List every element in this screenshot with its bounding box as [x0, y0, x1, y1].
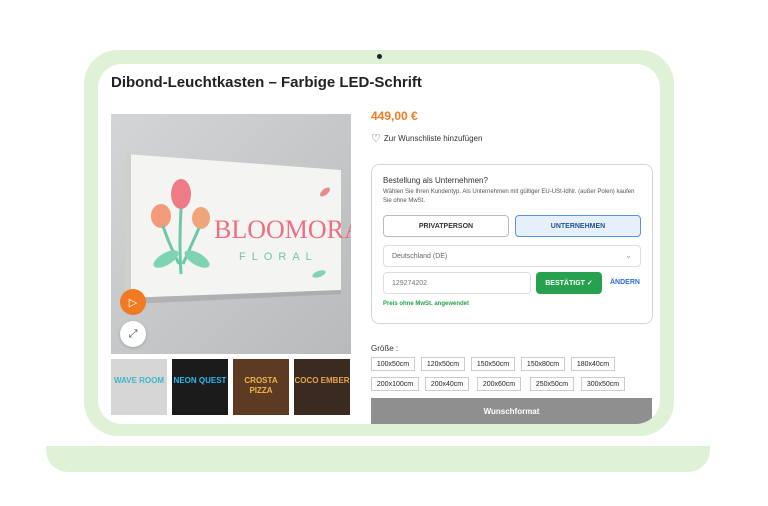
thumbnail-4[interactable]: COCO EMBER: [294, 359, 350, 415]
laptop-camera: [377, 54, 382, 59]
thumbnail-3[interactable]: CROSTA PIZZA: [233, 359, 289, 415]
vat-number-input[interactable]: 129274202: [383, 272, 531, 294]
private-customer-button[interactable]: PRIVATPERSON: [383, 215, 509, 237]
sign-text-sub: FLORAL: [239, 251, 318, 263]
vat-confirmed-button[interactable]: BESTÄTIGT ✓: [536, 272, 602, 294]
add-to-wishlist-link[interactable]: ♡ Zur Wunschliste hinzufügen: [371, 132, 482, 145]
play-icon: ▷: [128, 296, 138, 309]
vat-number-value: 129274202: [392, 279, 428, 287]
custom-format-button[interactable]: Wunschformat: [371, 398, 652, 424]
lightbox-sign-illustration: BLOOMORA FLORAL: [111, 114, 351, 354]
country-select[interactable]: Deutschland (DE) ⌄: [383, 245, 641, 267]
size-option[interactable]: 180x40cm: [571, 357, 615, 371]
main-product-image[interactable]: BLOOMORA FLORAL ▷ ⤢: [111, 114, 351, 354]
thumbnail-2[interactable]: NEON QUEST: [172, 359, 228, 415]
change-vat-link[interactable]: ÄNDERN: [610, 279, 640, 286]
size-option[interactable]: 250x50cm: [530, 377, 574, 391]
vat-status-note: Preis ohne MwSt. angewendet: [383, 301, 470, 307]
zoom-image-button[interactable]: ⤢: [120, 321, 146, 347]
size-option[interactable]: 200x100cm: [371, 377, 419, 391]
size-option[interactable]: 120x50cm: [421, 357, 465, 371]
size-option[interactable]: 300x50cm: [581, 377, 625, 391]
country-value: Deutschland (DE): [392, 252, 448, 260]
sign-text-main: BLOOMORA: [214, 215, 351, 244]
size-option[interactable]: 150x50cm: [471, 357, 515, 371]
product-title: Dibond-Leuchtkasten – Farbige LED-Schrif…: [111, 74, 422, 91]
play-video-button[interactable]: ▷: [120, 289, 146, 315]
thumbnail-label: COCO EMBER: [294, 376, 350, 385]
size-option[interactable]: 100x50cm: [371, 357, 415, 371]
laptop-base: [46, 446, 710, 472]
laptop-screen: Dibond-Leuchtkasten – Farbige LED-Schrif…: [98, 64, 660, 424]
heart-icon: ♡: [371, 133, 381, 145]
size-label: Größe :: [371, 344, 399, 353]
business-heading: Bestellung als Unternehmen?: [383, 176, 488, 185]
business-customer-button[interactable]: UNTERNEHMEN: [515, 215, 641, 237]
thumbnail-label: NEON QUEST: [173, 376, 227, 385]
chevron-down-icon: ⌄: [625, 251, 632, 260]
size-option[interactable]: 150x80cm: [521, 357, 565, 371]
business-order-box: Bestellung als Unternehmen? Wählen Sie I…: [371, 164, 653, 324]
thumbnail-label: CROSTA PIZZA: [244, 376, 278, 395]
size-option[interactable]: 200x40cm: [425, 377, 469, 391]
thumbnail-strip: WAVE ROOM NEON QUEST CROSTA PIZZA COCO E…: [111, 359, 350, 415]
thumbnail-label: WAVE ROOM: [113, 376, 165, 385]
size-option[interactable]: 200x60cm: [477, 377, 521, 391]
business-description: Wählen Sie Ihren Kundentyp. Als Unterneh…: [383, 189, 635, 204]
thumbnail-1[interactable]: WAVE ROOM: [111, 359, 167, 415]
product-price: 449,00 €: [371, 109, 418, 123]
expand-icon: ⤢: [128, 327, 138, 340]
wishlist-label: Zur Wunschliste hinzufügen: [383, 134, 483, 143]
